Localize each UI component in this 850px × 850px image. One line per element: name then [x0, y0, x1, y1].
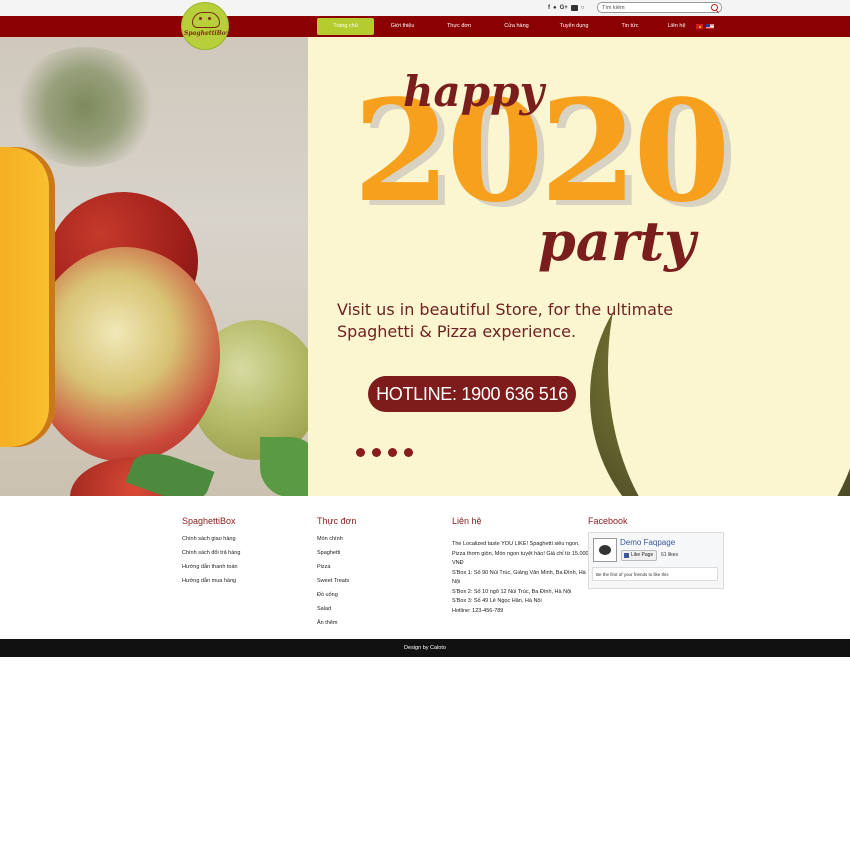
contact-address: S'Box 3: Số 49 Lê Ngọc Hân, Hà Nội [452, 598, 542, 604]
vietnam-flag-icon[interactable] [696, 24, 703, 29]
contact-address: S'Box 2: Số 10 ngõ 12 Núi Trúc, Ba Đình,… [452, 588, 572, 595]
footer-col-contact: Liên hệ The Localized taste YOU LIKE! Sp… [452, 516, 592, 616]
footer-col-brand: SpaghettiBox Chính sách giao hàng Chính … [182, 516, 240, 591]
facebook-like-button[interactable]: Like Page [621, 550, 658, 561]
nav-item-contact[interactable]: Liên hệ [658, 18, 695, 35]
footer-link[interactable]: Chính sách đổi trả hàng [182, 549, 240, 563]
logo-mascot-icon [192, 12, 220, 28]
contact-description: The Localized taste YOU LIKE! Spaghetti … [452, 541, 589, 566]
hero-slider: 2020 happy party Visit us in beautiful S… [0, 37, 850, 496]
instagram-icon[interactable]: ○ [581, 4, 585, 12]
logo-text: SpaghettiBox [184, 30, 229, 37]
contact-hotline: Hotline: 123-456-789 [452, 607, 504, 614]
contact-address: S'Box 1: Số 90 Núi Trúc, Giảng Văn Minh,… [452, 569, 586, 586]
main-menu: Trang chủ Giới thiệu Thực đơn Cửa hàng T… [317, 16, 695, 37]
slider-dot[interactable] [356, 448, 365, 457]
top-bar: f ● G+ ○ [0, 0, 850, 17]
footer-link[interactable]: Hướng dẫn thanh toán [182, 563, 240, 577]
slider-dots [356, 448, 413, 457]
slider-dot[interactable] [372, 448, 381, 457]
footer-col-menu: Thực đơn Món chính Spaghetti Pizza Sweet… [317, 516, 356, 633]
footer-brand-title: SpaghettiBox [182, 516, 236, 526]
facebook-page-widget: Demo Faqpage Like Page 61 likes Be the f… [588, 532, 724, 589]
nav-item-home[interactable]: Trang chủ [317, 18, 374, 35]
footer-menu-title: Thực đơn [317, 516, 357, 526]
footer-link[interactable]: Pizza [317, 563, 356, 577]
facebook-page-name[interactable]: Demo Faqpage [620, 538, 675, 547]
facebook-friends-text: Be the first of your friends to like thi… [592, 567, 718, 581]
nav-item-news[interactable]: Tin tức [602, 18, 658, 35]
hero-banner: 2020 happy party Visit us in beautiful S… [308, 37, 850, 496]
footer-link[interactable]: Hướng dẫn mua hàng [182, 577, 240, 591]
banner-tagline-line1: Visit us in beautiful Store, for the ult… [337, 300, 674, 319]
apple-shape [30, 247, 220, 462]
footer-facebook-title: Facebook [588, 516, 628, 526]
leaf-shape [260, 437, 308, 496]
facebook-icon[interactable]: f [548, 4, 550, 12]
facebook-like-count: 61 likes [661, 552, 678, 558]
footer-col-facebook: Facebook [588, 516, 628, 526]
footer-link[interactable]: Sweet Treats [317, 577, 356, 591]
logo-eye-icon [199, 17, 202, 20]
banner-tagline: Visit us in beautiful Store, for the ult… [337, 299, 717, 343]
footer-link[interactable]: Món chính [317, 535, 356, 549]
nav-item-menu[interactable]: Thực đơn [431, 18, 487, 35]
language-switcher [696, 24, 714, 29]
nav-item-careers[interactable]: Tuyển dụng [546, 18, 602, 35]
logo-eye-icon [208, 17, 211, 20]
hero-photo [0, 37, 308, 496]
copyright-bar: Design by Caloto [0, 639, 850, 657]
search-input[interactable] [602, 3, 707, 12]
banner-party: party [538, 209, 696, 273]
site-logo[interactable]: SpaghettiBox [181, 2, 229, 50]
footer-link[interactable]: Đồ uống [317, 591, 356, 605]
us-flag-icon[interactable] [706, 24, 714, 29]
footer-link[interactable]: Ăn thêm [317, 619, 356, 633]
footer-link[interactable]: Salad [317, 605, 356, 619]
footer-link[interactable]: Spaghetti [317, 549, 356, 563]
footer-contact-title: Liên hệ [452, 516, 482, 526]
social-links: f ● G+ ○ [548, 4, 584, 12]
plant-shape [10, 47, 160, 167]
banner-tagline-line2: Spaghetti & Pizza experience. [337, 322, 577, 341]
youtube-icon[interactable] [570, 5, 578, 11]
nav-item-stores[interactable]: Cửa hàng [487, 18, 546, 35]
slider-dot[interactable] [404, 448, 413, 457]
search-icon[interactable] [711, 4, 718, 11]
search-box [597, 2, 722, 13]
facebook-page-avatar[interactable] [593, 538, 617, 562]
banner-happy: happy [403, 67, 544, 116]
google-plus-icon[interactable]: G+ [560, 4, 568, 12]
nav-item-about[interactable]: Giới thiệu [374, 18, 431, 35]
hotline-button[interactable]: HOTLINE: 1900 636 516 [368, 376, 576, 412]
footer-link[interactable]: Chính sách giao hàng [182, 535, 240, 549]
juice-glass-shape [0, 147, 55, 447]
twitter-icon[interactable]: ● [553, 4, 557, 12]
slider-dot[interactable] [388, 448, 397, 457]
